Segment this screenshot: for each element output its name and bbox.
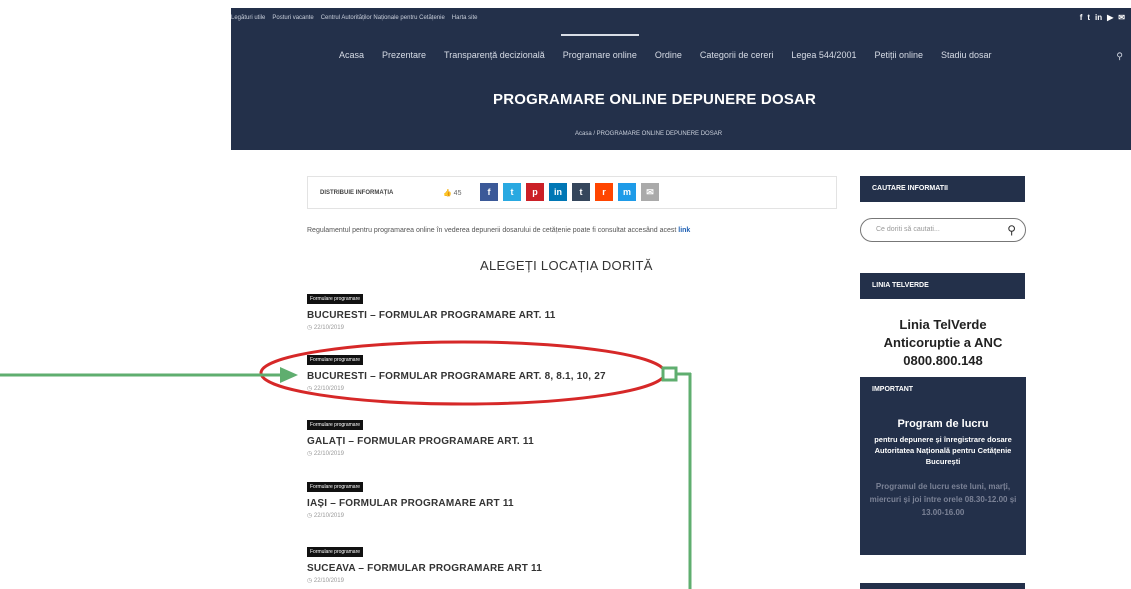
share-button[interactable]: m bbox=[618, 183, 636, 201]
important-hours: Programul de lucru este luni, marți, mie… bbox=[869, 482, 1017, 517]
choose-location-heading: ALEGEȚI LOCAȚIA DORITĂ bbox=[480, 258, 653, 273]
nav-item-acasa[interactable]: Acasa bbox=[339, 50, 364, 60]
share-button[interactable]: t bbox=[572, 183, 590, 201]
item-title[interactable]: BUCURESTI – FORMULAR PROGRAMARE ART. 11 bbox=[307, 310, 556, 321]
sidebar-search-input[interactable]: Ce doriti să cautati... ⚲ bbox=[860, 218, 1026, 242]
hotline-text: Linia TelVerde Anticoruptie a ANC 0800.8… bbox=[883, 317, 1003, 368]
pointer-arrow-head bbox=[280, 367, 298, 383]
twitter-icon[interactable]: t bbox=[1087, 13, 1090, 22]
list-item[interactable]: Formulare programare BUCURESTI – FORMULA… bbox=[307, 348, 606, 392]
intro-text: Regulamentul pentru programarea online î… bbox=[307, 227, 690, 234]
youtube-icon[interactable]: ▶ bbox=[1107, 13, 1113, 22]
share-count-value: 45 bbox=[453, 190, 462, 197]
category-badge[interactable]: Formulare programare bbox=[307, 294, 364, 304]
sidebar-next-widget bbox=[860, 583, 1025, 589]
linkedin-icon[interactable]: in bbox=[1095, 13, 1102, 22]
nav-item-programare-online[interactable]: Programare online bbox=[560, 34, 639, 60]
important-title: Program de lucru bbox=[897, 418, 989, 430]
important-box: IMPORTANT Program de lucru pentru depune… bbox=[860, 377, 1026, 555]
share-button[interactable]: ✉ bbox=[641, 183, 659, 201]
share-button[interactable]: f bbox=[480, 183, 498, 201]
intro-body: Regulamentul pentru programarea online î… bbox=[307, 227, 679, 234]
email-icon[interactable]: ✉ bbox=[1118, 13, 1125, 22]
category-badge[interactable]: Formulare programare bbox=[307, 355, 364, 365]
item-date: ◷ 22/10/2019 bbox=[307, 513, 344, 519]
item-title[interactable]: IAȘI – FORMULAR PROGRAMARE ART 11 bbox=[307, 498, 514, 509]
top-link[interactable]: Posturi vacante bbox=[272, 15, 313, 21]
share-bar: DISTRIBUIE INFORMAȚIA 👍 45 f t p in t r m ✉ bbox=[307, 176, 837, 209]
item-date: ◷ 22/10/2019 bbox=[307, 451, 344, 457]
top-link[interactable]: Harta site bbox=[452, 15, 478, 21]
top-link[interactable]: Legături utile bbox=[231, 15, 265, 21]
nav-item-ordine[interactable]: Ordine bbox=[655, 50, 682, 60]
item-date: ◷ 22/10/2019 bbox=[307, 325, 344, 331]
list-item[interactable]: Formulare programare BUCURESTI – FORMULA… bbox=[307, 287, 556, 331]
item-title[interactable]: GALAȚI – FORMULAR PROGRAMARE ART. 11 bbox=[307, 436, 534, 447]
search-placeholder: Ce doriti să cautati... bbox=[876, 226, 940, 233]
top-bar: Legături utile Posturi vacante Centrul A… bbox=[231, 8, 1131, 30]
nav-item-prezentare[interactable]: Prezentare bbox=[382, 50, 426, 60]
nav-item-petitii[interactable]: Petiții online bbox=[874, 50, 923, 60]
breadcrumb: Acasa / PROGRAMARE ONLINE DEPUNERE DOSAR bbox=[575, 131, 723, 137]
category-badge[interactable]: Formulare programare bbox=[307, 547, 364, 557]
category-badge[interactable]: Formulare programare bbox=[307, 420, 364, 430]
share-button[interactable]: r bbox=[595, 183, 613, 201]
search-icon[interactable]: ⚲ bbox=[1007, 223, 1016, 237]
nav-item-transparenta[interactable]: Transparență decizională bbox=[444, 50, 545, 60]
main-nav: Acasa Prezentare Transparență decizional… bbox=[339, 34, 1010, 60]
share-button[interactable]: t bbox=[503, 183, 521, 201]
facebook-icon[interactable]: f bbox=[1080, 13, 1083, 22]
category-badge[interactable]: Formulare programare bbox=[307, 482, 364, 492]
list-item[interactable]: Formulare programare IAȘI – FORMULAR PRO… bbox=[307, 475, 514, 519]
pointer-target-box bbox=[661, 366, 678, 382]
important-heading: IMPORTANT bbox=[872, 386, 914, 393]
top-link[interactable]: Centrul Autorităților Naționale pentru C… bbox=[321, 15, 445, 21]
sidebar-search-heading: CAUTARE INFORMATII bbox=[860, 176, 1025, 202]
search-icon[interactable]: ⚲ bbox=[1116, 51, 1123, 62]
share-buttons: f t p in t r m ✉ bbox=[480, 183, 659, 201]
site-header: Legături utile Posturi vacante Centrul A… bbox=[231, 8, 1131, 150]
item-title[interactable]: SUCEAVA – FORMULAR PROGRAMARE ART 11 bbox=[307, 563, 542, 574]
share-button[interactable]: p bbox=[526, 183, 544, 201]
share-count[interactable]: 👍 45 bbox=[443, 189, 461, 197]
page-title: PROGRAMARE ONLINE DEPUNERE DOSAR bbox=[493, 91, 817, 108]
important-body: pentru depunere și înregistrare dosare A… bbox=[874, 435, 1012, 466]
share-label: DISTRIBUIE INFORMAȚIA bbox=[320, 190, 394, 196]
list-item[interactable]: Formulare programare GALAȚI – FORMULAR P… bbox=[307, 413, 534, 457]
item-title[interactable]: BUCURESTI – FORMULAR PROGRAMARE ART. 8, … bbox=[307, 371, 606, 382]
social-links: f t in ▶ ✉ bbox=[1080, 13, 1125, 22]
nav-item-stadiu[interactable]: Stadiu dosar bbox=[941, 50, 992, 60]
item-date: ◷ 22/10/2019 bbox=[307, 578, 344, 584]
nav-item-categorii[interactable]: Categorii de cereri bbox=[700, 50, 774, 60]
top-links: Legături utile Posturi vacante Centrul A… bbox=[231, 15, 477, 21]
sidebar-hotline-heading: LINIA TELVERDE bbox=[860, 273, 1025, 299]
regulation-link[interactable]: link bbox=[678, 227, 690, 234]
share-button[interactable]: in bbox=[549, 183, 567, 201]
nav-item-legea[interactable]: Legea 544/2001 bbox=[791, 50, 856, 60]
list-item[interactable]: Formulare programare SUCEAVA – FORMULAR … bbox=[307, 540, 542, 584]
item-date: ◷ 22/10/2019 bbox=[307, 386, 344, 392]
